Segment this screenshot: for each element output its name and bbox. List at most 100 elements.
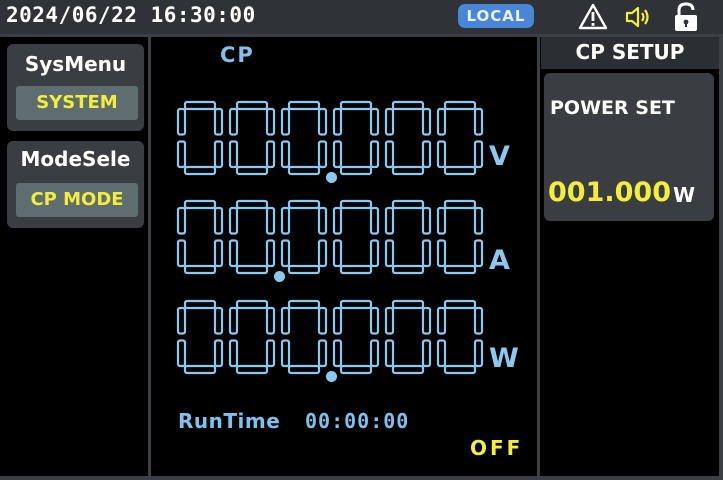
voltage-digit-5-seg-c [473,140,484,169]
power-digit-0-seg-e [176,339,187,368]
current-digit-3-seg-a [339,199,373,210]
current-digit-5-seg-e [436,239,447,268]
current-unit: A [489,245,510,276]
voltage-digit-4-seg-e [384,140,395,169]
power-digit-0-seg-b [213,306,224,335]
power-digit-1-seg-d [235,364,269,375]
voltage-digit-0-seg-c [213,140,224,169]
voltage-digit-3-seg-c [369,140,380,169]
voltage-digit-4-seg-c [421,140,432,169]
power-digit-5-seg-a [443,299,477,310]
status-bar: 2024/06/22 16:30:00 LOCAL [0,0,723,34]
sysmenu-value: SYSTEM [16,86,138,120]
modesele-softkey[interactable]: ModeSele CP MODE [7,141,144,228]
local-mode-badge[interactable]: LOCAL [458,4,534,28]
current-digit-0-seg-e [176,239,187,268]
power-digit-2-seg-b [317,306,328,335]
voltage-digit-3-seg-a [339,100,373,111]
current-digit-2-seg-e [280,239,291,268]
current-digits [176,199,484,275]
current-digit-0-seg-d [183,264,217,275]
modesele-title: ModeSele [20,147,131,171]
power-digit-2-seg-d [287,364,321,375]
voltage-digit-4-seg-a [391,100,425,111]
power-digit-4-seg-c [421,339,432,368]
power-digit-0-seg-d [183,364,217,375]
power-digit-3-seg-b [369,306,380,335]
sysmenu-softkey[interactable]: SysMenu SYSTEM [7,44,144,131]
current-digit-5-seg-a [443,199,477,210]
power-digit-0-seg-c [213,339,224,368]
current-digit-3-seg-d [339,264,373,275]
current-digit-4-seg-f [384,206,395,235]
current-digit-0-seg-b [213,206,224,235]
current-digit-4-seg-e [384,239,395,268]
current-digit-3-seg-b [369,206,380,235]
voltage-digit-2-seg-a [287,100,321,111]
voltage-digit-4-seg-f [384,107,395,136]
current-digit-4-seg-d [391,264,425,275]
runtime-label: RunTime [178,409,281,433]
current-digit-5-seg-c [473,239,484,268]
voltage-digit-3-seg-b [369,107,380,136]
power-set-field[interactable]: POWER SET 001.000 W [544,73,714,221]
power-digit-5-seg-e [436,339,447,368]
power-digit-1-seg-b [265,306,276,335]
current-digit-3-seg-c [369,239,380,268]
current-digit-0-seg-a [183,199,217,210]
power-digit-3-seg-e [332,339,343,368]
power-digit-1-seg-f [228,306,239,335]
speaker-icon[interactable] [624,4,654,30]
voltage-digit-2-seg-e [280,140,291,169]
voltage-digit-3-seg-d [339,165,373,176]
current-digit-1-seg-c [265,239,276,268]
current-digit-3-seg-e [332,239,343,268]
current-digit-1-seg-f [228,206,239,235]
clock: 2024/06/22 16:30:00 [6,3,256,27]
current-digit-1-seg-e [228,239,239,268]
voltage-unit: V [489,141,510,172]
voltage-readout [174,98,494,184]
voltage-digit-2-seg-b [317,107,328,136]
power-digit-1-seg-e [228,339,239,368]
power-digit-5-seg-b [473,306,484,335]
frame-border-bottom [0,476,723,480]
current-digit-0-seg-f [176,206,187,235]
power-digit-3-seg-c [369,339,380,368]
power-digit-3-seg-d [339,364,373,375]
voltage-digit-2-seg-c [317,140,328,169]
voltage-digit-0-seg-e [176,140,187,169]
setup-title: CP SETUP [575,40,685,64]
power-readout [174,297,494,383]
setup-header: CP SETUP [541,37,719,69]
modesele-value: CP MODE [16,183,138,217]
current-digit-1-seg-a [235,199,269,210]
power-digit-5-seg-d [443,364,477,375]
power-digit-2-seg-e [280,339,291,368]
current-digit-1-seg-b [265,206,276,235]
voltage-digit-5-seg-b [473,107,484,136]
voltage-digit-4-seg-b [421,107,432,136]
voltage-digit-2-seg-d [287,165,321,176]
voltage-digit-0-seg-b [213,107,224,136]
voltage-digit-5-seg-a [443,100,477,111]
power-set-unit: W [673,183,696,207]
voltage-digit-1-seg-d [235,165,269,176]
voltage-digit-5-seg-f [436,107,447,136]
current-digit-5-seg-f [436,206,447,235]
power-digit-4-seg-b [421,306,432,335]
power-set-value: 001.000 [548,177,671,208]
voltage-decimal-point [326,172,337,183]
output-state: OFF [470,436,524,460]
voltage-digit-5-seg-d [443,165,477,176]
lock-icon[interactable] [672,1,700,32]
current-digit-5-seg-b [473,206,484,235]
power-digit-4-seg-a [391,299,425,310]
voltage-digit-1-seg-a [235,100,269,111]
voltage-digit-3-seg-f [332,107,343,136]
mode-indicator: CP [220,43,255,67]
runtime-value: 00:00:00 [305,409,410,433]
power-digit-4-seg-d [391,364,425,375]
power-digit-4-seg-e [384,339,395,368]
power-digit-2-seg-c [317,339,328,368]
